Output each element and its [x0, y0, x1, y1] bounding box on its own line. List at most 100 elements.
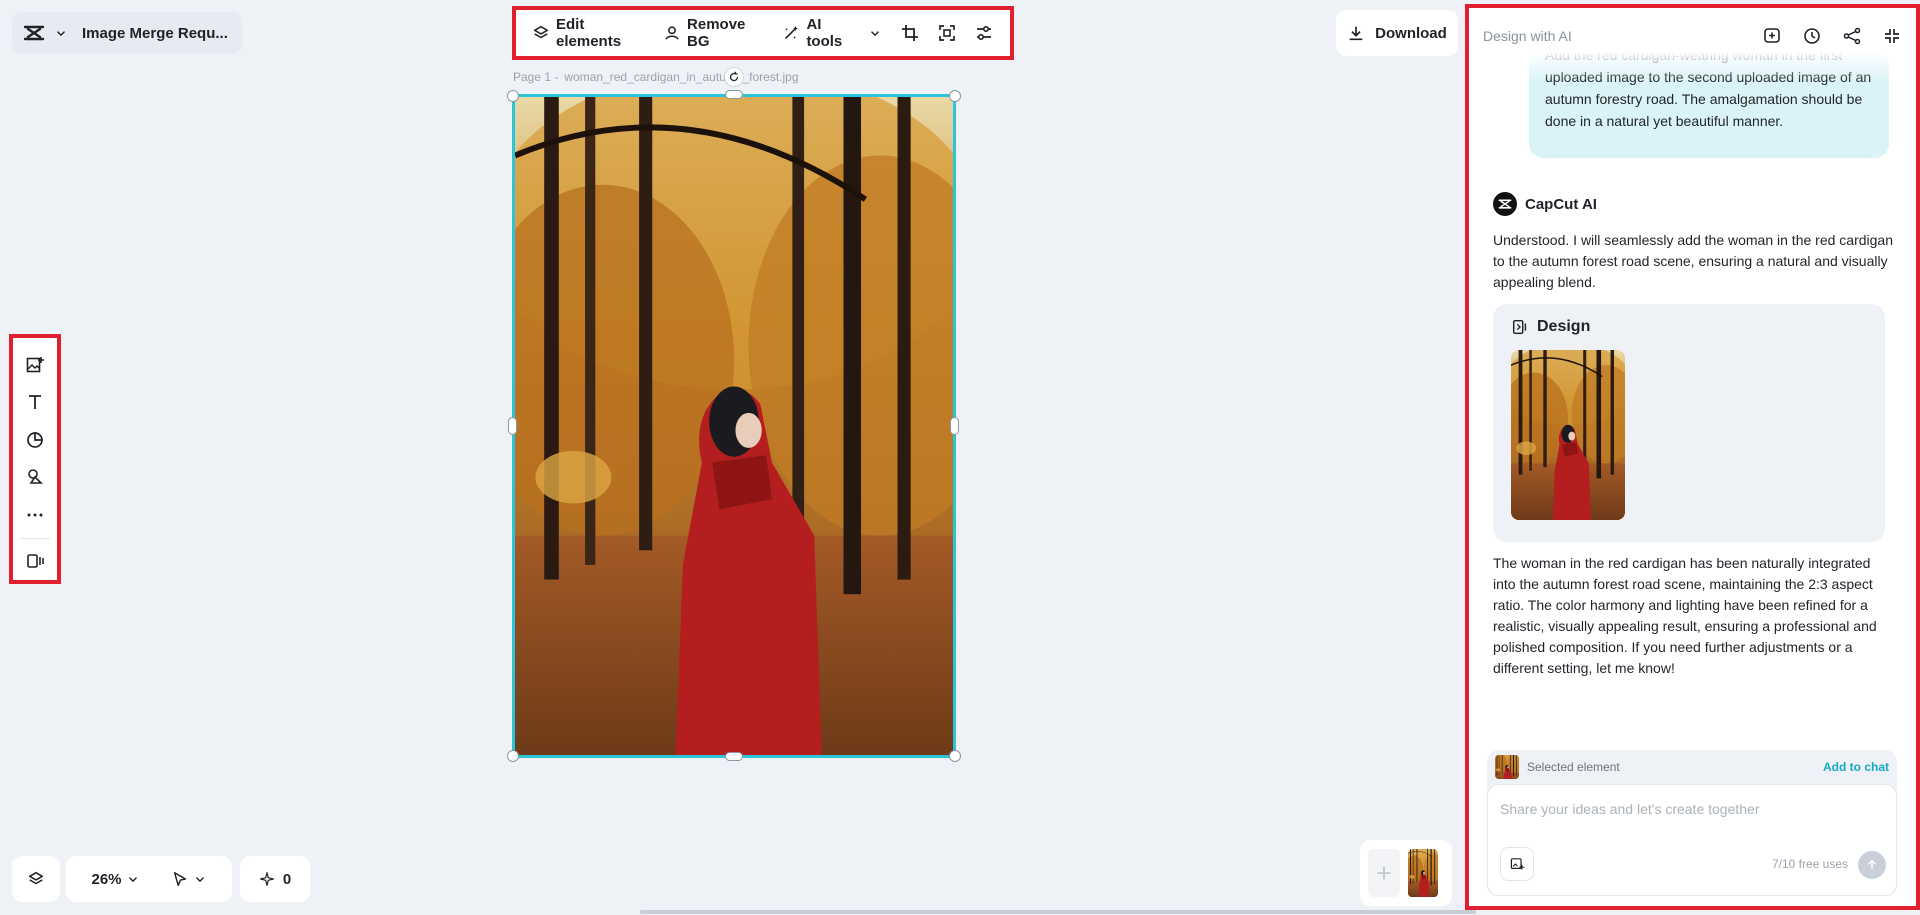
add-image-icon: [1509, 856, 1525, 872]
user-message-text: Add the red cardigan-wearing woman in th…: [1545, 52, 1872, 129]
project-title[interactable]: Image Merge Requ...: [82, 25, 228, 42]
design-card-title: Design: [1537, 318, 1591, 335]
project-menu[interactable]: Image Merge Requ...: [12, 12, 242, 54]
chevron-down-icon: [193, 872, 207, 886]
layers-icon: [532, 24, 550, 42]
chat-input[interactable]: Share your ideas and let's create togeth…: [1487, 784, 1897, 896]
remove-bg-button[interactable]: Remove BG: [655, 16, 772, 50]
zoom-level: 26%: [91, 870, 122, 888]
sticker-tool-button[interactable]: [17, 421, 53, 459]
forest-woman-photo: [515, 97, 953, 755]
ai-tools-button[interactable]: AI tools: [774, 16, 890, 50]
resize-handle-top-right[interactable]: [949, 90, 961, 102]
panel-title: Design with AI: [1483, 28, 1572, 44]
rotate-handle[interactable]: [724, 67, 744, 87]
adjust-button[interactable]: [967, 16, 1002, 50]
layers-icon: [27, 870, 45, 888]
zoom-dropdown[interactable]: 26%: [91, 871, 139, 888]
selected-element-label: Selected element: [1527, 760, 1620, 774]
design-thumbnail[interactable]: [1511, 350, 1625, 520]
resize-handle-right[interactable]: [950, 417, 959, 435]
design-card-header: Design: [1511, 318, 1867, 336]
resize-handle-bottom[interactable]: [725, 752, 743, 761]
chevron-down-icon[interactable]: [54, 26, 68, 40]
resize-handle-top[interactable]: [725, 90, 743, 99]
add-image-icon: [25, 355, 45, 375]
credits-count: 0: [282, 870, 292, 888]
arrow-up-icon: [1865, 858, 1879, 872]
chevron-down-icon: [868, 26, 882, 40]
file-name: woman_red_cardigan_in_autumn_forest.jpg: [564, 70, 799, 84]
edit-elements-label: Edit elements: [556, 16, 622, 50]
design-thumbnail-image: [1511, 350, 1625, 520]
remove-bg-label: Remove BG: [687, 16, 746, 50]
pointer-tool-dropdown[interactable]: [171, 870, 207, 888]
rotate-icon: [727, 70, 741, 84]
chat-input-placeholder: Share your ideas and let's create togeth…: [1500, 801, 1760, 817]
design-with-ai-panel: Design with AI Add the red cardigan-wear…: [1465, 4, 1920, 910]
resize-handle-bottom-right[interactable]: [949, 750, 961, 762]
selected-element-thumbnail: [1495, 755, 1519, 779]
shapes-tool-button[interactable]: [17, 459, 53, 497]
smart-select-button[interactable]: [929, 16, 964, 50]
text-tool-button[interactable]: [17, 384, 53, 422]
horizontal-scrollbar[interactable]: [640, 910, 1476, 914]
layers-button[interactable]: [12, 856, 60, 902]
design-panel-icon: [25, 551, 45, 571]
sparkle-icon: [259, 871, 275, 887]
design-icon: [1511, 318, 1529, 336]
text-icon: [25, 392, 45, 412]
resize-handle-left[interactable]: [508, 417, 517, 435]
download-icon: [1347, 24, 1365, 42]
chevron-down-icon: [126, 872, 140, 886]
download-button[interactable]: Download: [1336, 10, 1458, 56]
share-icon[interactable]: [1842, 26, 1862, 46]
shapes-icon: [25, 467, 45, 487]
add-page-button[interactable]: +: [1368, 849, 1400, 897]
resize-handle-bottom-left[interactable]: [507, 750, 519, 762]
scan-icon: [937, 23, 957, 43]
add-image-button[interactable]: [17, 346, 53, 384]
person-icon: [663, 24, 681, 42]
sliders-icon: [974, 23, 994, 43]
capcut-ai-avatar: [1493, 192, 1517, 216]
canvas-selected-image[interactable]: [512, 94, 956, 758]
attach-image-button[interactable]: [1500, 847, 1534, 881]
design-result-card[interactable]: Design: [1493, 304, 1885, 542]
page-thumbnail-image: [1408, 849, 1438, 897]
collapse-icon[interactable]: [1882, 26, 1902, 46]
page-thumbnail[interactable]: [1408, 849, 1438, 897]
page-label: Page 1 - woman_red_cardigan_in_autumn_fo…: [513, 70, 799, 84]
edit-elements-button[interactable]: Edit elements: [524, 16, 653, 50]
design-panel-button[interactable]: [17, 542, 53, 580]
history-icon[interactable]: [1802, 26, 1822, 46]
selected-element-image: [1495, 755, 1519, 779]
crop-button[interactable]: [892, 16, 927, 50]
resize-handle-top-left[interactable]: [507, 90, 519, 102]
magic-wand-icon: [782, 24, 800, 42]
selected-element-row: Selected element Add to chat: [1487, 750, 1897, 784]
ai-reply-1: Understood. I will seamlessly add the wo…: [1493, 232, 1893, 290]
credits-button[interactable]: 0: [240, 856, 310, 902]
free-uses-counter: 7/10 free uses: [1771, 857, 1848, 871]
sticker-icon: [25, 430, 45, 450]
download-label: Download: [1375, 24, 1447, 42]
chat-composer: Selected element Add to chat Share your …: [1487, 750, 1897, 896]
more-tools-button[interactable]: [17, 496, 53, 534]
page-number: Page 1 -: [513, 70, 559, 84]
new-chat-icon[interactable]: [1762, 26, 1782, 46]
ai-name: CapCut AI: [1525, 195, 1597, 213]
ai-tools-label: AI tools: [806, 16, 843, 50]
more-horizontal-icon: [25, 505, 45, 525]
capcut-logo-icon[interactable]: [20, 19, 48, 47]
cursor-icon: [171, 870, 189, 888]
send-button[interactable]: [1858, 851, 1886, 879]
ai-reply-2: The woman in the red cardigan has been n…: [1493, 555, 1877, 676]
rail-divider: [20, 537, 50, 539]
crop-icon: [900, 23, 920, 43]
element-toolbar: Edit elements Remove BG AI tools: [512, 6, 1014, 60]
left-tool-rail: [9, 334, 61, 584]
add-to-chat-button[interactable]: Add to chat: [1823, 760, 1889, 774]
user-message: Add the red cardigan-wearing woman in th…: [1529, 52, 1889, 158]
page-strip: +: [1360, 840, 1452, 906]
